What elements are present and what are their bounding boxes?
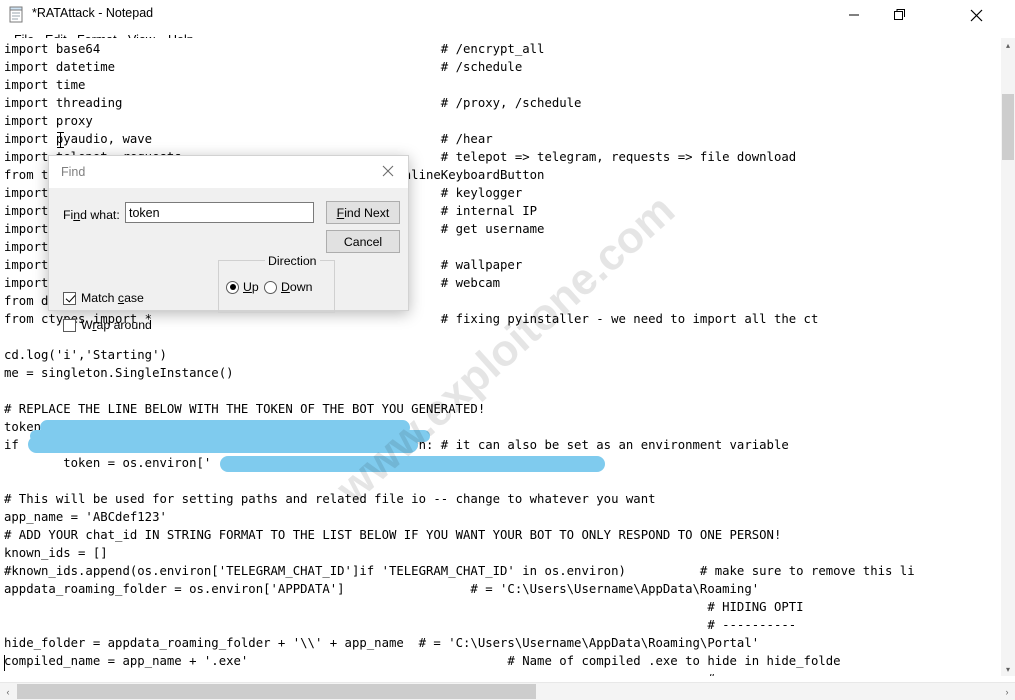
find-next-button[interactable]: Find Next bbox=[326, 201, 400, 224]
find-dialog-close-button[interactable] bbox=[368, 156, 408, 186]
find-next-accel: F bbox=[336, 205, 345, 220]
close-button[interactable] bbox=[953, 0, 999, 30]
direction-up-label: Up bbox=[243, 280, 259, 294]
scroll-left-icon[interactable]: ‹ bbox=[0, 683, 16, 700]
window-titlebar[interactable]: *RATAttack - Notepad bbox=[0, 0, 1015, 31]
source-code-text[interactable]: import base64 # /encrypt_all import date… bbox=[4, 40, 915, 676]
find-dialog: Find Find what: Find Next Cancel Directi… bbox=[48, 155, 409, 332]
horizontal-scrollbar[interactable]: ‹ › bbox=[0, 682, 1015, 700]
match-case-checkbox[interactable]: Match case bbox=[63, 291, 144, 305]
find-what-accel: n bbox=[73, 208, 81, 222]
cancel-label: Cancel bbox=[343, 234, 383, 249]
close-icon bbox=[382, 165, 394, 177]
restore-icon bbox=[893, 8, 905, 20]
find-next-label: ind Next bbox=[344, 205, 390, 220]
notepad-icon bbox=[8, 6, 25, 23]
checkbox-checked-icon bbox=[63, 291, 76, 305]
match-case-label: Match case bbox=[81, 291, 144, 305]
vertical-scrollbar[interactable]: ▴ ▾ bbox=[1000, 38, 1015, 676]
radio-selected-icon bbox=[226, 280, 239, 294]
ibeam-mouse-cursor bbox=[57, 132, 64, 149]
direction-up-radio[interactable]: Up bbox=[226, 280, 259, 294]
direction-legend: Direction bbox=[265, 254, 320, 268]
cancel-button[interactable]: Cancel bbox=[326, 230, 400, 253]
vertical-scroll-thumb[interactable] bbox=[1002, 94, 1014, 160]
find-what-input[interactable] bbox=[125, 202, 314, 223]
window-title: *RATAttack - Notepad bbox=[32, 6, 154, 20]
text-editor-area[interactable]: import base64 # /encrypt_all import date… bbox=[0, 38, 1001, 676]
direction-down-radio[interactable]: Down bbox=[264, 280, 312, 294]
find-dialog-body: Find what: Find Next Cancel Direction Up… bbox=[49, 188, 408, 332]
wrap-around-label: Wrap around bbox=[81, 318, 152, 332]
minimize-button[interactable] bbox=[831, 0, 877, 30]
notepad-window: *RATAttack - Notepad File Edit Format Vi… bbox=[0, 0, 1015, 700]
horizontal-scroll-thumb[interactable] bbox=[17, 684, 536, 699]
wrap-around-checkbox[interactable]: Wrap around bbox=[63, 318, 152, 332]
close-icon bbox=[970, 9, 982, 21]
minimize-icon bbox=[849, 14, 859, 16]
find-what-label: Find what: bbox=[63, 208, 120, 222]
scroll-up-icon[interactable]: ▴ bbox=[1001, 38, 1015, 52]
radio-unselected-icon bbox=[264, 280, 277, 294]
scroll-right-icon[interactable]: › bbox=[999, 683, 1015, 700]
checkbox-unchecked-icon bbox=[63, 318, 76, 332]
find-dialog-title: Find bbox=[61, 165, 86, 179]
scroll-down-icon[interactable]: ▾ bbox=[1001, 662, 1015, 676]
maximize-button[interactable] bbox=[877, 0, 923, 30]
find-dialog-titlebar[interactable]: Find bbox=[49, 156, 408, 188]
direction-down-label: Down bbox=[281, 280, 313, 294]
text-caret bbox=[4, 655, 5, 671]
